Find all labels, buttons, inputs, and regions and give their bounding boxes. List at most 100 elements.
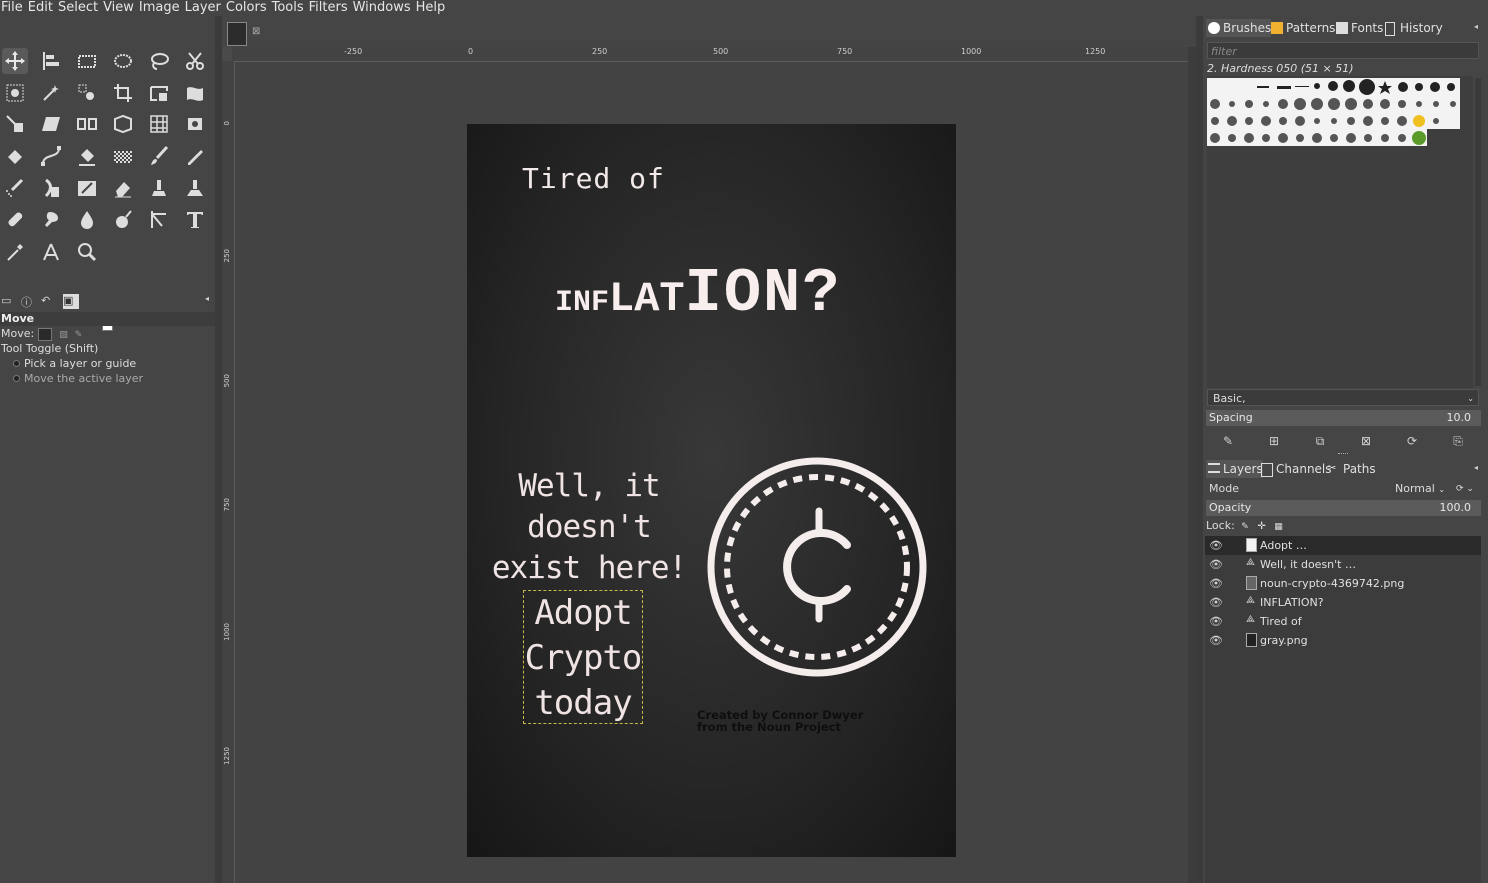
tab-channels[interactable]: Channels: [1259, 460, 1332, 478]
tool-options-tab-icon[interactable]: ⓘ: [21, 294, 37, 309]
menu-colors[interactable]: Colors: [225, 0, 271, 15]
measure-icon[interactable]: [146, 206, 172, 232]
brush-list-scrollbar[interactable]: [1475, 78, 1481, 386]
align-tool-icon[interactable]: [38, 48, 64, 74]
vertical-ruler[interactable]: 0 250 500 750 1000 1250: [222, 61, 235, 883]
menu-select[interactable]: Select: [57, 0, 102, 15]
opacity-slider[interactable]: Opacity 100.0: [1206, 500, 1481, 516]
dodge-burn-icon[interactable]: [110, 206, 136, 232]
right-dock-divider[interactable]: [1196, 16, 1203, 883]
eraser-icon[interactable]: [110, 175, 136, 201]
move-tool-icon[interactable]: [2, 48, 28, 74]
unified-transform-icon[interactable]: [146, 80, 172, 106]
delete-brush-icon[interactable]: ⊠: [1355, 432, 1377, 450]
lock-position-icon[interactable]: ✛: [1257, 521, 1265, 532]
ink-icon[interactable]: [38, 175, 64, 201]
undo-history-tab-icon[interactable]: ↶: [41, 294, 57, 309]
cage-transform-icon[interactable]: [146, 111, 172, 137]
ellipse-select-icon[interactable]: [110, 48, 136, 74]
visibility-eye-icon[interactable]: 👁: [1209, 593, 1223, 612]
image-tab-thumbnail[interactable]: [227, 22, 247, 46]
crypto-coin-icon[interactable]: [705, 455, 929, 679]
layer-row[interactable]: 👁 ⟁ Tired of: [1205, 612, 1481, 631]
adopt-crypto-text-layer[interactable]: Adopt Crypto today: [523, 590, 643, 724]
layers-list[interactable]: 👁 Adopt … 👁 ⟁ Well, it doesn't … 👁 noun-cryp…: [1205, 536, 1481, 883]
well-it-doesnt-text[interactable]: Well, it doesn't exist here!: [478, 466, 700, 589]
menu-edit[interactable]: Edit: [27, 0, 57, 15]
gradient-icon[interactable]: [110, 143, 136, 169]
tab-patterns[interactable]: Patterns: [1269, 19, 1335, 37]
select-by-color-icon[interactable]: [74, 80, 100, 106]
visibility-eye-icon[interactable]: 👁: [1209, 631, 1223, 650]
visibility-eye-icon[interactable]: 👁: [1209, 574, 1223, 593]
zoom-icon[interactable]: [74, 239, 100, 265]
fill-icon[interactable]: [74, 143, 100, 169]
layer-row[interactable]: 👁 ⟁ INFLATION?: [1205, 593, 1481, 612]
tab-fonts[interactable]: Fonts: [1334, 19, 1383, 37]
menu-help[interactable]: Help: [415, 0, 450, 15]
handle-transform-icon[interactable]: [2, 111, 28, 137]
lock-pixels-icon[interactable]: ✎: [1241, 522, 1249, 532]
tab-paths[interactable]: ✂ Paths: [1326, 460, 1376, 478]
text-tool-icon[interactable]: [182, 206, 208, 232]
move-selection-mode-icon[interactable]: ▧: [59, 328, 69, 340]
pencil-icon[interactable]: [182, 143, 208, 169]
perspective-icon[interactable]: [38, 111, 64, 137]
blur-icon[interactable]: [74, 206, 100, 232]
layers-tab-menu-icon[interactable]: ◂: [1474, 463, 1478, 472]
edit-brush-icon[interactable]: ✎: [1217, 432, 1239, 450]
3d-transform-icon[interactable]: [110, 111, 136, 137]
heal-icon[interactable]: [2, 206, 28, 232]
crop-icon[interactable]: [110, 80, 136, 106]
color-picker-icon[interactable]: [2, 239, 28, 265]
scissors-icon[interactable]: [182, 48, 208, 74]
clone-icon[interactable]: [146, 175, 172, 201]
menu-tools[interactable]: Tools: [271, 0, 308, 15]
move-active-layer-radio[interactable]: Move the active layer: [0, 371, 215, 386]
credit-text[interactable]: Created by Connor Dwyer from the Noun Pr…: [697, 709, 863, 733]
menu-file[interactable]: File: [0, 0, 27, 15]
tired-of-text[interactable]: Tired of: [522, 162, 665, 195]
flip-icon[interactable]: [74, 111, 100, 137]
perspective-clone-icon[interactable]: [182, 175, 208, 201]
dock-tab-menu-icon[interactable]: ◂: [1474, 22, 1478, 31]
refresh-brushes-icon[interactable]: ⟳: [1401, 432, 1423, 450]
tab-brushes[interactable]: Brushes: [1206, 19, 1272, 37]
pick-layer-radio[interactable]: Pick a layer or guide: [0, 356, 215, 371]
canvas-vertical-scrollbar[interactable]: [1188, 47, 1196, 883]
bucket-fill-icon[interactable]: [2, 143, 28, 169]
spacing-slider[interactable]: Spacing 10.0: [1206, 410, 1481, 426]
layer-row[interactable]: 👁 gray.png: [1205, 631, 1481, 650]
warp-transform-icon[interactable]: [182, 80, 208, 106]
layer-row[interactable]: 👁 noun-crypto-4369742.png: [1205, 574, 1481, 593]
inflation-text[interactable]: INFLATION?: [555, 258, 841, 329]
device-status-tab-icon[interactable]: ▭: [1, 294, 17, 309]
menu-layer[interactable]: Layer: [184, 0, 225, 15]
layer-row[interactable]: 👁 ⟁ Well, it doesn't …: [1205, 555, 1481, 574]
tab-layers[interactable]: Layers: [1206, 460, 1263, 478]
brush-thumbnails-grid[interactable]: [1207, 78, 1460, 146]
mypaint-brush-icon[interactable]: [74, 175, 100, 201]
foreground-select-icon[interactable]: [2, 80, 28, 106]
images-tab-icon[interactable]: ▣: [63, 294, 79, 309]
composite-mode-icon[interactable]: ⟳ ⌄: [1456, 480, 1474, 498]
lock-alpha-icon[interactable]: ▦: [1274, 522, 1283, 532]
open-brush-as-image-icon[interactable]: ⎘: [1447, 432, 1469, 450]
menu-image[interactable]: Image: [138, 0, 184, 15]
duplicate-brush-icon[interactable]: ⧉: [1309, 432, 1331, 450]
move-layer-mode-icon[interactable]: [37, 327, 52, 341]
lasso-icon[interactable]: [146, 48, 172, 74]
move-path-mode-icon[interactable]: ✎: [75, 328, 85, 340]
brush-preset-dropdown[interactable]: Basic, ⌄: [1207, 389, 1479, 406]
airbrush-icon[interactable]: [2, 175, 28, 201]
image-tab-close-icon[interactable]: ⊠: [252, 26, 264, 38]
warp-icon[interactable]: [182, 111, 208, 137]
menu-windows[interactable]: Windows: [352, 0, 415, 15]
visibility-eye-icon[interactable]: 👁: [1209, 555, 1223, 574]
rect-select-icon[interactable]: [74, 48, 100, 74]
menu-filters[interactable]: Filters: [308, 0, 352, 15]
mode-dropdown[interactable]: Normal ⌄: [1395, 480, 1447, 499]
paintbrush-icon[interactable]: [146, 143, 172, 169]
visibility-eye-icon[interactable]: 👁: [1209, 612, 1223, 631]
menu-view[interactable]: View: [102, 0, 138, 15]
